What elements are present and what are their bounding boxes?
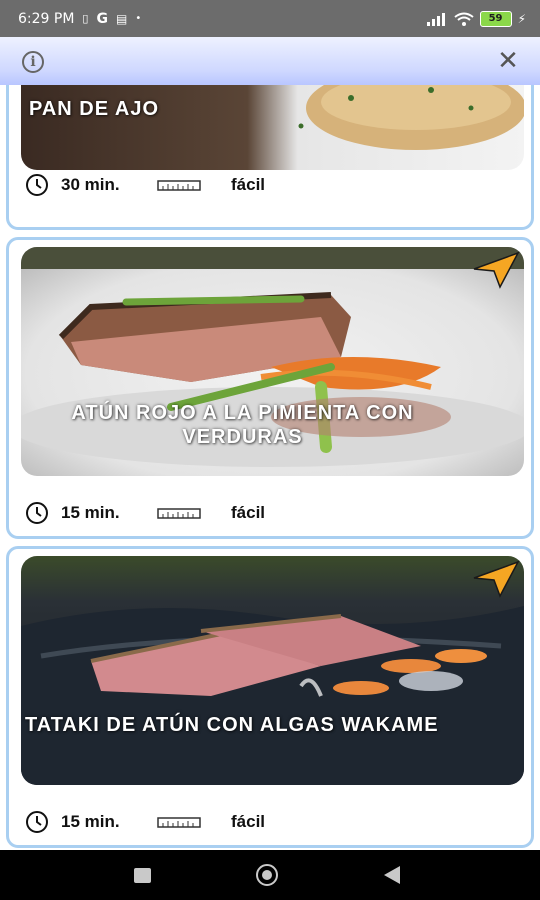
recipe-meta: 30 min. fácil [25, 170, 265, 200]
recipe-title: TATAKI DE ATÚN CON ALGAS WAKAME [25, 714, 439, 736]
recipe-title: PAN DE AJO [29, 98, 160, 120]
clock-icon [26, 174, 48, 196]
close-icon[interactable]: ✕ [496, 47, 520, 73]
recents-button[interactable] [134, 868, 151, 883]
difficulty-ruler-icon [157, 817, 201, 828]
dot-icon: • [135, 13, 142, 24]
status-bar: 6:29 PM ▯ G ▤ • 59 ⚡ [0, 0, 540, 37]
recipe-difficulty: fácil [231, 503, 266, 522]
top-bar: i ✕ [0, 37, 540, 85]
recipe-title: ATÚN ROJO A LA PIMIENTA CON VERDURAS [71, 402, 414, 448]
info-icon[interactable]: i [22, 51, 44, 73]
signal-icon [426, 12, 445, 26]
battery-icon: 59 [479, 10, 512, 27]
recipe-difficulty: fácil [231, 175, 266, 194]
sim-card-icon: ▯ [82, 12, 89, 25]
charging-icon: ⚡ [517, 11, 526, 26]
recipe-list[interactable]: PAN DE AJO 30 min. fácil ATÚN ROJO A LA … [0, 85, 540, 850]
system-nav-bar [0, 850, 540, 900]
recipe-time: 15 min. [61, 503, 120, 522]
message-icon: ▤ [115, 11, 128, 26]
status-time: 6:29 PM [18, 10, 75, 27]
recipe-meta: 15 min. fácil [25, 807, 265, 837]
recipe-card[interactable]: TATAKI DE ATÚN CON ALGAS WAKAME 15 min. … [6, 546, 534, 848]
back-button[interactable] [384, 866, 400, 884]
recipe-difficulty: fácil [231, 812, 266, 831]
recipe-card[interactable]: ATÚN ROJO A LA PIMIENTA CON VERDURAS 15 … [6, 237, 534, 539]
recipe-image[interactable]: TATAKI DE ATÚN CON ALGAS WAKAME [21, 556, 524, 785]
wifi-icon [453, 12, 474, 26]
recipe-meta: 15 min. fácil [25, 498, 265, 528]
clock-icon [26, 502, 48, 524]
clock-icon [26, 811, 48, 833]
recipe-time: 30 min. [61, 175, 120, 194]
recipe-card[interactable]: PAN DE AJO 30 min. fácil [6, 85, 534, 230]
recipe-time: 15 min. [61, 812, 120, 831]
google-icon: G [96, 10, 108, 27]
recipe-image[interactable]: ATÚN ROJO A LA PIMIENTA CON VERDURAS [21, 247, 524, 476]
recipe-image[interactable]: PAN DE AJO [21, 85, 524, 170]
share-arrow-icon[interactable] [470, 558, 522, 598]
home-button[interactable] [256, 864, 278, 886]
difficulty-ruler-icon [157, 508, 201, 519]
difficulty-ruler-icon [157, 180, 201, 191]
share-arrow-icon[interactable] [470, 249, 522, 289]
